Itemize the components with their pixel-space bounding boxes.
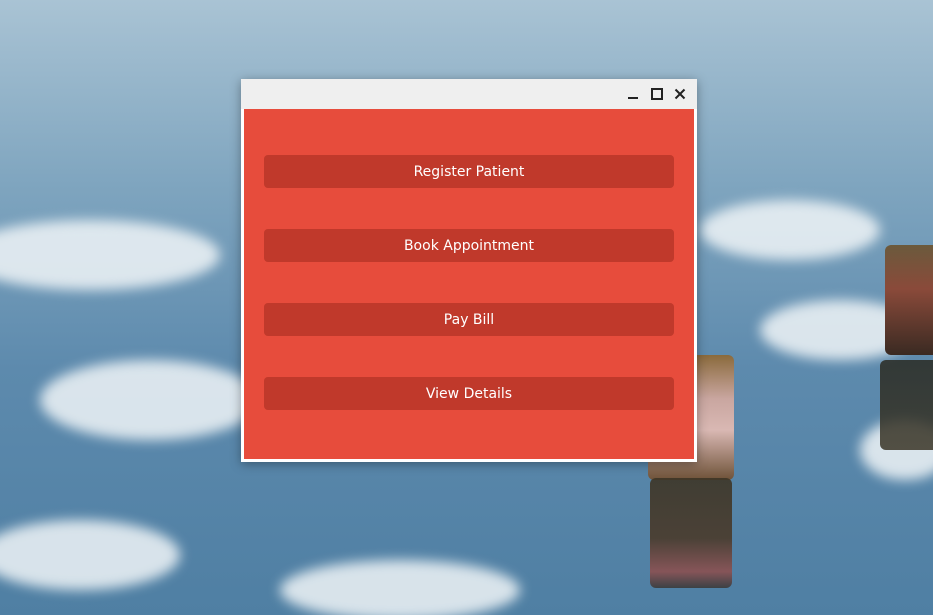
close-icon [674, 88, 686, 100]
cloud-reflection [0, 220, 220, 290]
view-details-button[interactable]: View Details [264, 377, 674, 410]
minimize-icon [627, 88, 639, 100]
minimize-button[interactable] [624, 85, 642, 103]
post-reflection [880, 360, 933, 450]
post-reflection [650, 478, 732, 588]
close-button[interactable] [671, 85, 689, 103]
title-bar[interactable] [241, 79, 697, 109]
cloud-reflection [0, 520, 180, 590]
register-patient-button[interactable]: Register Patient [264, 155, 674, 188]
main-panel: Register Patient Book Appointment Pay Bi… [244, 109, 694, 459]
cloud-reflection [700, 200, 880, 260]
pay-bill-button[interactable]: Pay Bill [264, 303, 674, 336]
wooden-post [885, 245, 933, 355]
maximize-button[interactable] [648, 85, 666, 103]
desktop-background: Register Patient Book Appointment Pay Bi… [0, 0, 933, 615]
book-appointment-button[interactable]: Book Appointment [264, 229, 674, 262]
maximize-icon [651, 88, 663, 100]
cloud-reflection [280, 560, 520, 615]
cloud-reflection [40, 360, 260, 440]
app-window: Register Patient Book Appointment Pay Bi… [241, 79, 697, 462]
